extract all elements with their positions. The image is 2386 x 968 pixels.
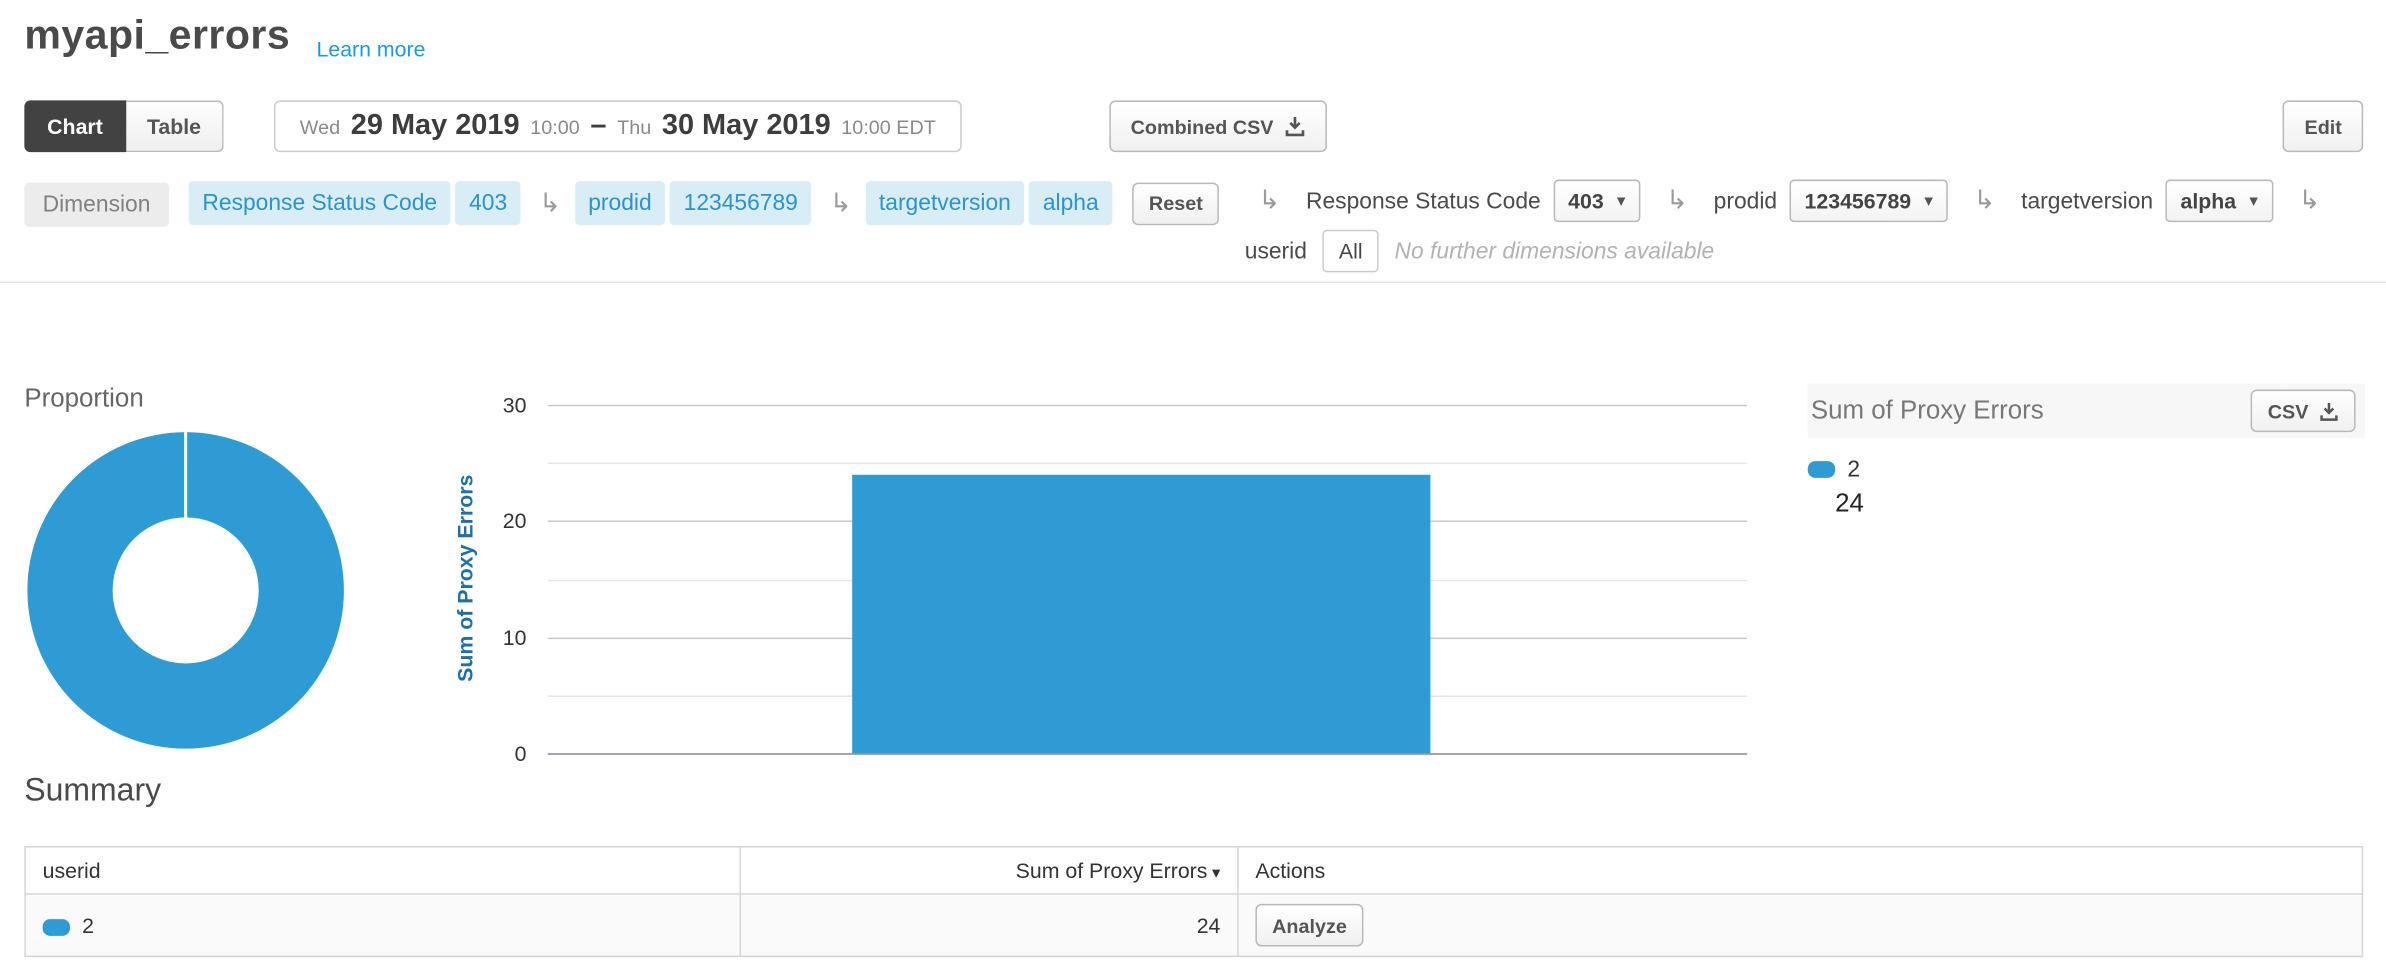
edit-button[interactable]: Edit: [2283, 100, 2363, 152]
combined-csv-label: Combined CSV: [1131, 115, 1274, 138]
start-time: 10:00: [530, 115, 580, 138]
legend-label: 2: [1847, 457, 1860, 483]
header-actions: Actions: [1238, 847, 2363, 894]
status-code-select[interactable]: 403 ▾: [1553, 180, 1640, 223]
report-dashboard: myapi_errors Learn more Chart Table Wed …: [0, 0, 2386, 968]
chevron-down-icon: ▾: [1617, 192, 1625, 209]
legend-panel: Sum of Proxy Errors CSV 2 24: [1808, 383, 2365, 518]
csv-label: CSV: [2268, 399, 2309, 422]
table-view-button[interactable]: Table: [126, 100, 224, 152]
branch-arrow-icon: ↳: [1258, 186, 1280, 216]
sort-caret-icon: ▾: [1212, 864, 1220, 882]
bar[interactable]: [852, 474, 1430, 753]
legend-swatch: [1808, 461, 1835, 478]
bar-chart: Sum of Proxy Errors 0102030: [457, 393, 1766, 766]
analyze-button[interactable]: Analyze: [1255, 904, 1363, 947]
branch-arrow-icon: ↳: [2299, 186, 2321, 216]
next-dimension-row: userid All No further dimensions availab…: [1245, 230, 1715, 273]
no-more-dimensions-text: No further dimensions available: [1395, 238, 1715, 264]
legend-item[interactable]: 2: [1808, 457, 2365, 483]
reset-button[interactable]: Reset: [1132, 182, 1219, 225]
dimension-label: Dimension: [24, 183, 168, 227]
y-tick-label: 0: [515, 741, 527, 765]
header-sum-label: Sum of Proxy Errors: [1016, 858, 1208, 882]
branch-arrow-icon: ↳: [1666, 186, 1688, 216]
row-swatch: [43, 919, 70, 936]
end-date: 30 May 2019: [662, 110, 831, 143]
gridline: [548, 753, 1747, 755]
y-tick-label: 30: [503, 393, 527, 417]
gridline: [548, 405, 1747, 407]
legend-value: 24: [1835, 488, 2365, 518]
summary-title: Summary: [24, 773, 161, 810]
table-header-row: userid Sum of Proxy Errors▾ Actions: [25, 847, 2362, 894]
chart-view-button[interactable]: Chart: [24, 100, 125, 152]
prodid-select[interactable]: 123456789 ▾: [1789, 180, 1947, 223]
dimension-chip-value[interactable]: alpha: [1029, 181, 1112, 225]
branch-arrow-icon: ↳: [1974, 186, 1996, 216]
chevron-down-icon: ▾: [2250, 192, 2258, 209]
y-axis-ticks: 0102030: [457, 405, 536, 753]
legend-header: Sum of Proxy Errors CSV: [1808, 383, 2365, 438]
summary-table: userid Sum of Proxy Errors▾ Actions 2 24…: [24, 846, 2363, 957]
legend-title: Sum of Proxy Errors: [1811, 396, 2044, 426]
branch-arrow-icon: ↳: [539, 188, 561, 218]
selector-name: prodid: [1714, 188, 1777, 214]
userid-all-select[interactable]: All: [1322, 230, 1379, 273]
start-day: Wed: [300, 115, 340, 138]
dimension-chip-value[interactable]: 123456789: [670, 181, 812, 225]
cell-sum-value: 24: [740, 894, 1238, 956]
date-separator: –: [590, 110, 606, 143]
end-time: 10:00 EDT: [841, 115, 936, 138]
section-divider: [0, 282, 2386, 284]
y-tick-label: 20: [503, 509, 527, 533]
proportion-title: Proportion: [24, 383, 143, 413]
donut-chart[interactable]: [27, 432, 344, 749]
selector-value: 123456789: [1805, 189, 1912, 213]
table-row: 2 24 Analyze: [25, 894, 2362, 956]
view-toggle: Chart Table: [24, 100, 223, 152]
dimension-selectors: ↳ Response Status Code 403 ▾ ↳ prodid 12…: [1245, 180, 2334, 223]
gridline: [548, 463, 1747, 465]
start-date: 29 May 2019: [351, 110, 520, 143]
download-icon: [2319, 401, 2339, 421]
selector-name: Response Status Code: [1306, 188, 1541, 214]
dimension-chip-name[interactable]: prodid: [575, 181, 666, 225]
page-title: myapi_errors: [24, 12, 290, 59]
date-range-picker[interactable]: Wed 29 May 2019 10:00 – Thu 30 May 2019 …: [274, 100, 962, 152]
selector-name: targetversion: [2021, 188, 2153, 214]
selector-value: alpha: [2181, 189, 2237, 213]
dimension-chip-value[interactable]: 403: [455, 181, 520, 225]
dimension-chip-name[interactable]: targetversion: [865, 181, 1024, 225]
branch-arrow-icon: ↳: [830, 188, 852, 218]
cell-userid: 2: [25, 894, 740, 956]
end-day: Thu: [617, 115, 651, 138]
next-dimension-name: userid: [1245, 238, 1307, 264]
header-sum-of-proxy-errors[interactable]: Sum of Proxy Errors▾: [740, 847, 1238, 894]
cell-userid-value: 2: [82, 913, 94, 937]
combined-csv-button[interactable]: Combined CSV: [1109, 100, 1326, 152]
download-icon: [1284, 116, 1305, 137]
dimension-breadcrumb: Response Status Code 403 ↳ prodid 123456…: [189, 181, 1220, 225]
selector-value: 403: [1568, 189, 1604, 213]
y-tick-label: 10: [503, 625, 527, 649]
chevron-down-icon: ▾: [1925, 192, 1933, 209]
donut-hole: [113, 517, 259, 663]
dimension-chip-name[interactable]: Response Status Code: [189, 181, 451, 225]
targetversion-select[interactable]: alpha ▾: [2165, 180, 2272, 223]
cell-actions: Analyze: [1238, 894, 2363, 956]
header-userid: userid: [25, 847, 740, 894]
bar-plot: [548, 405, 1747, 753]
csv-button[interactable]: CSV: [2251, 390, 2356, 433]
learn-more-link[interactable]: Learn more: [317, 37, 426, 61]
